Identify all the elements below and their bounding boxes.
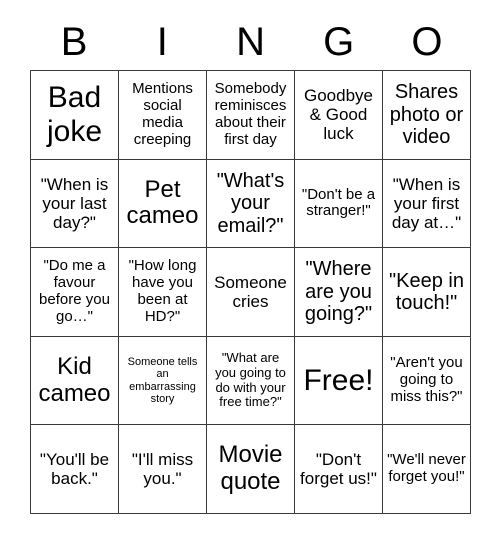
bingo-cell-i5[interactable]: "I'll miss you." — [119, 425, 207, 514]
bingo-cell-g3[interactable]: "Where are you going?" — [295, 248, 383, 337]
bingo-header: B I N G O — [30, 14, 471, 70]
bingo-row: "When is your last day?" Pet cameo "What… — [31, 159, 471, 249]
bingo-cell-label: Shares photo or video — [389, 81, 464, 148]
bingo-cell-b2[interactable]: "When is your last day?" — [31, 159, 119, 249]
bingo-cell-o4[interactable]: "Aren't you going to miss this?" — [383, 336, 471, 426]
bingo-cell-label: "When is your first day at…" — [391, 174, 462, 232]
bingo-cell-i3[interactable]: "How long have you been at HD?" — [119, 248, 207, 337]
bingo-cell-b5[interactable]: "You'll be back." — [31, 425, 119, 514]
header-letter-n: N — [236, 20, 265, 64]
bingo-row: "You'll be back." "I'll miss you." Movie… — [31, 425, 471, 514]
bingo-cell-o5[interactable]: "We'll never forget you!" — [383, 425, 471, 514]
bingo-cell-g1[interactable]: Goodbye & Good luck — [295, 71, 383, 160]
bingo-cell-label: Someone tells an embarrassing story — [127, 355, 198, 405]
bingo-row: "Do me a favour before you go…" "How lon… — [31, 248, 471, 337]
bingo-cell-label: Movie quote — [218, 441, 283, 496]
bingo-cell-n4[interactable]: "What are you going to do with your free… — [207, 336, 295, 426]
bingo-cell-n3[interactable]: Someone cries — [207, 248, 295, 337]
bingo-cell-g2[interactable]: "Don't be a stranger!" — [295, 159, 383, 249]
bingo-cell-label: "Do me a favour before you go…" — [39, 257, 110, 325]
bingo-cell-label: Someone cries — [214, 272, 287, 311]
bingo-cell-i1[interactable]: Mentions social media creeping — [119, 71, 207, 160]
bingo-cell-label: "What are you going to do with your free… — [215, 350, 286, 410]
header-letter-o: O — [411, 20, 443, 64]
bingo-cell-b4[interactable]: Kid cameo — [31, 336, 119, 426]
bingo-cell-b1[interactable]: Bad joke — [31, 71, 119, 160]
bingo-cell-label: "Keep in touch!" — [389, 269, 464, 314]
bingo-card: B I N G O Bad joke Mentions social media… — [30, 14, 471, 514]
bingo-cell-label: Mentions social media creeping — [132, 80, 193, 148]
header-letter-b: B — [60, 20, 88, 64]
bingo-row: Bad joke Mentions social media creeping … — [31, 71, 471, 160]
bingo-cell-label: "You'll be back." — [39, 450, 110, 489]
bingo-cell-label: "When is your last day?" — [40, 174, 109, 232]
bingo-cell-label: Pet cameo — [126, 175, 199, 230]
bingo-row: Kid cameo Someone tells an embarrassing … — [31, 336, 471, 426]
bingo-cell-o3[interactable]: "Keep in touch!" — [383, 248, 471, 337]
bingo-cell-n5[interactable]: Movie quote — [207, 425, 295, 514]
bingo-cell-label: "Where are you going?" — [304, 258, 373, 326]
bingo-cell-label: "What's your email?" — [216, 169, 285, 237]
bingo-cell-label: "Don't be a stranger!" — [301, 185, 376, 220]
bingo-cell-g5[interactable]: "Don't forget us!" — [295, 425, 383, 514]
bingo-cell-label: "I'll miss you." — [131, 450, 194, 489]
bingo-cell-label: "Don't forget us!" — [300, 450, 377, 489]
bingo-cell-i4[interactable]: Someone tells an embarrassing story — [119, 336, 207, 426]
bingo-cell-o2[interactable]: "When is your first day at…" — [383, 159, 471, 249]
bingo-cell-label: "How long have you been at HD?" — [128, 257, 197, 325]
bingo-cell-free-space[interactable]: Free! — [295, 336, 383, 426]
header-letter-g: G — [323, 20, 355, 64]
bingo-cell-label: Free! — [303, 363, 374, 397]
bingo-cell-b3[interactable]: "Do me a favour before you go…" — [31, 248, 119, 337]
bingo-cell-label: "Aren't you going to miss this?" — [390, 354, 463, 405]
bingo-cell-n1[interactable]: Somebody reminisces about their first da… — [207, 71, 295, 160]
bingo-cell-label: "We'll never forget you!" — [387, 451, 466, 486]
bingo-cell-i2[interactable]: Pet cameo — [119, 159, 207, 249]
bingo-grid: Bad joke Mentions social media creeping … — [30, 70, 471, 514]
bingo-cell-n2[interactable]: "What's your email?" — [207, 159, 295, 249]
bingo-cell-label: Goodbye & Good luck — [304, 86, 373, 144]
header-letter-i: I — [156, 20, 168, 64]
bingo-cell-label: Somebody reminisces about their first da… — [214, 80, 287, 148]
bingo-cell-label: Bad joke — [46, 81, 103, 148]
bingo-cell-o1[interactable]: Shares photo or video — [383, 71, 471, 160]
bingo-cell-label: Kid cameo — [38, 352, 111, 407]
